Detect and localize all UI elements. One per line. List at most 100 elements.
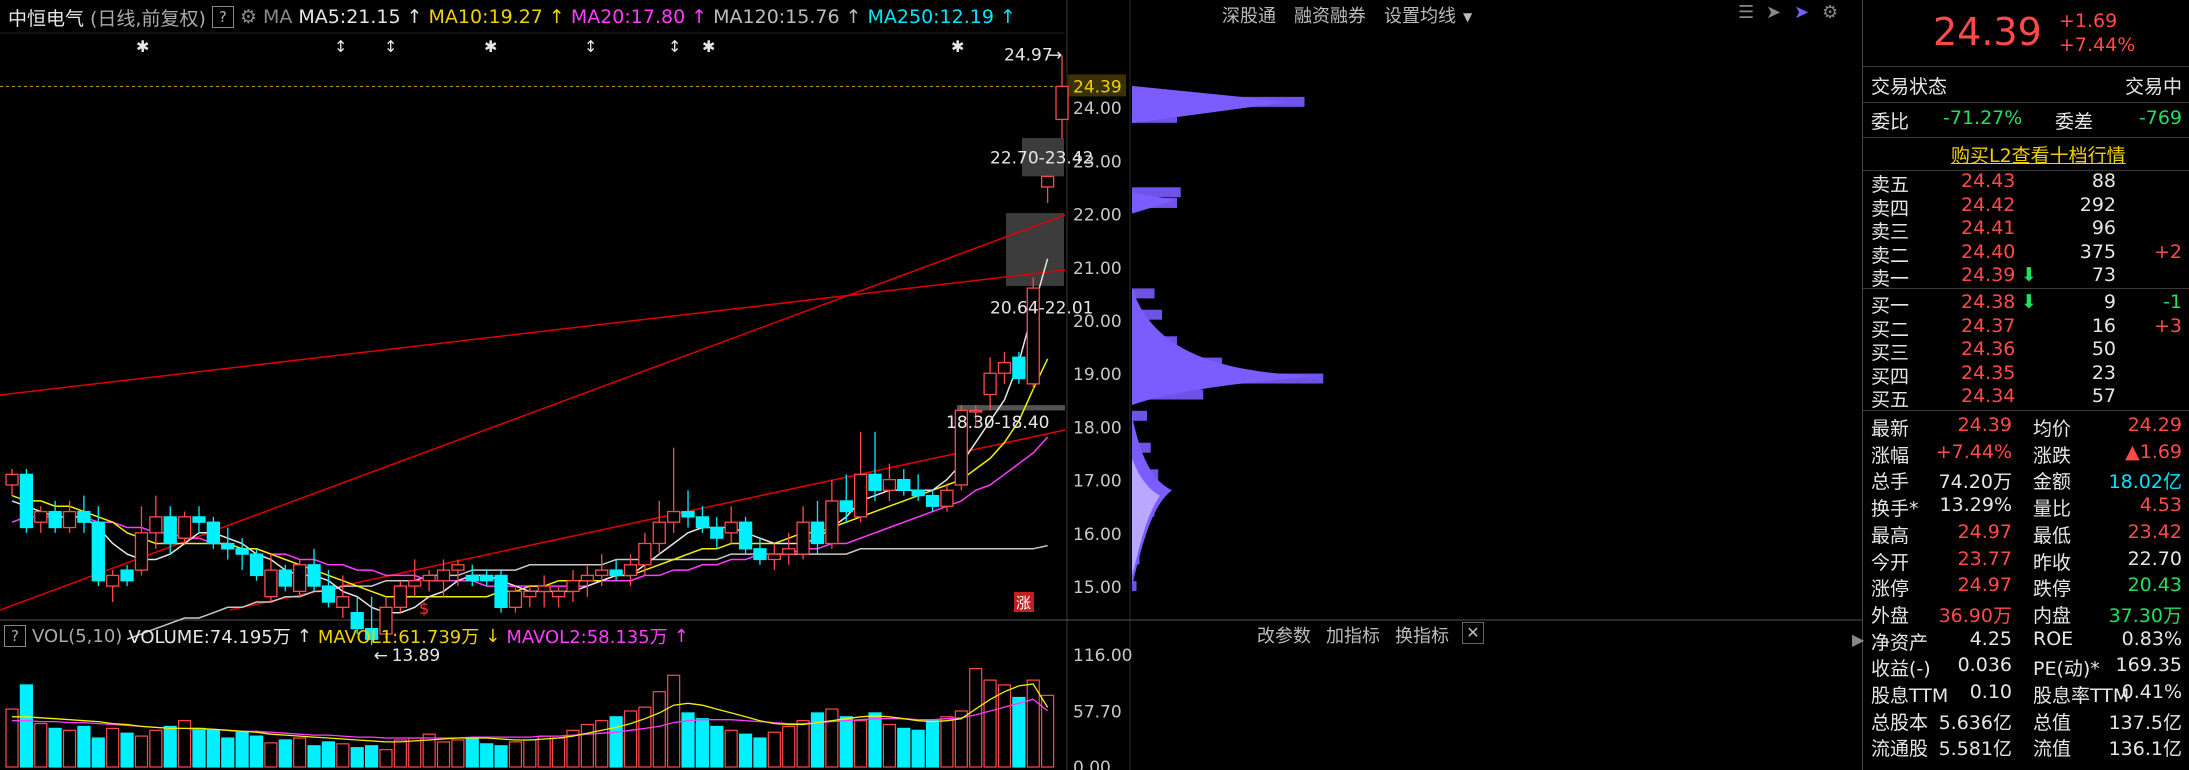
candle-body [623, 564, 638, 577]
current-price-axis-label: 24.39 [1073, 77, 1122, 97]
stat-label: 总手 [1871, 471, 1910, 494]
volume-bar [825, 708, 839, 768]
candle-body [62, 510, 77, 529]
candle-body [134, 532, 149, 571]
margin-trading-button[interactable]: 融资融券 [1294, 2, 1366, 28]
dropdown-caret-icon[interactable]: ▼ [1463, 10, 1472, 24]
chip-distribution-icon[interactable]: ➤ [1794, 2, 1809, 23]
cursor-arrow-icon[interactable]: ➤ [1766, 2, 1781, 23]
volume-profile-peak [1132, 85, 1290, 124]
volume-bar [911, 729, 925, 768]
stat-value: 136.1亿 [2108, 738, 2182, 761]
candle-body [882, 478, 897, 491]
volume-bar [667, 674, 681, 768]
volume-bar [652, 691, 666, 768]
collapse-panel-icon[interactable]: ▶ [1852, 630, 1864, 649]
candle-body [192, 516, 206, 523]
candle-body [523, 590, 537, 598]
volume-bar [753, 737, 767, 768]
candle-body [997, 361, 1012, 374]
zone-label: 18.30-18.40 [946, 413, 1049, 433]
volume-bar [221, 737, 235, 768]
ma5-line [11, 258, 1049, 614]
volume-help-button[interactable]: ? [4, 625, 26, 647]
limit-up-marker: 涨 [1016, 594, 1031, 612]
volume-axis-label: 116.00 [1073, 646, 1132, 666]
candle-body [969, 409, 983, 413]
candle-body [177, 516, 192, 539]
switch-indicator-button[interactable]: 换指标 [1395, 622, 1449, 648]
help-button[interactable]: ? [211, 6, 234, 28]
stat-value: 24.39 [1957, 414, 2012, 436]
volume-bar [321, 741, 336, 768]
candle-body [925, 494, 940, 507]
order-level-label: 买五 [1871, 389, 1910, 411]
candle-body [724, 521, 738, 534]
order-change: +2 [2153, 240, 2182, 263]
volume-bar [106, 727, 120, 768]
trade-status: 交易中 [2124, 76, 2182, 98]
order-volume: 375 [2079, 240, 2116, 263]
stat-label: 最高 [1871, 524, 1910, 547]
candle-body [336, 596, 350, 608]
volume-bar [293, 737, 307, 768]
volume-bar [868, 712, 882, 768]
volume-bar [393, 739, 407, 768]
add-indicator-button[interactable]: 加指标 [1326, 622, 1380, 648]
close-icon[interactable]: ✕ [1462, 622, 1484, 644]
volume-bar [983, 679, 997, 768]
kline-chart[interactable]: 24.0023.0022.0021.0020.0019.0018.0017.00… [0, 0, 1862, 770]
stat-value: 5.581亿 [1938, 738, 2012, 761]
volume-bar [839, 716, 853, 768]
stat-value: 4.25 [1969, 627, 2012, 650]
draw-line-icon[interactable]: ☰ [1738, 2, 1754, 23]
hk-connect-button[interactable]: 深股通 [1222, 2, 1276, 28]
candle-body [451, 564, 465, 571]
l2-purchase-link[interactable]: 购买L2查看十档行情 [1951, 141, 2126, 168]
price-axis-label: 24.00 [1073, 99, 1122, 119]
volume-bar [1012, 696, 1026, 768]
down-arrow-icon: ⬇ [2021, 264, 2037, 286]
stat-value: 20.43 [2127, 574, 2182, 597]
price-change-pct: +7.44% [2059, 34, 2136, 56]
stat-label: 总值 [2033, 711, 2072, 734]
order-volume: 57 [2091, 385, 2116, 407]
volume-bar [580, 723, 594, 768]
stat-label: 内盘 [2033, 604, 2072, 627]
mavol2-value: MAVOL2:58.135万 [506, 627, 668, 648]
candle-body [106, 574, 120, 587]
stat-value: 74.20万 [1938, 471, 2012, 494]
settings-gear-icon[interactable]: ⚙ [240, 6, 257, 28]
candle-body [652, 521, 666, 545]
change-params-button[interactable]: 改参数 [1257, 622, 1311, 648]
event-marker-icon: ↕ [668, 37, 681, 56]
set-ma-button[interactable]: 设置均线 [1384, 2, 1456, 28]
candle-body [48, 510, 62, 529]
volume-bar [638, 706, 652, 768]
price-change: +1.69 [2059, 10, 2118, 32]
panel-settings-icon[interactable]: ⚙ [1822, 2, 1838, 23]
stat-value: 24.97 [1957, 520, 2012, 543]
zone-label: 20.64-22.01 [990, 298, 1093, 318]
current-price: 24.39 [1933, 10, 2042, 54]
candle-body [897, 478, 911, 491]
candle-body [940, 489, 954, 507]
order-change: -1 [2163, 291, 2182, 313]
volume-bar [854, 720, 868, 768]
candle-body [983, 372, 997, 396]
stat-value: 13.29% [1939, 494, 2012, 517]
order-price: 24.36 [1961, 338, 2016, 360]
volume-bar [48, 727, 62, 768]
gap-zone [957, 405, 1065, 411]
stat-value: 4.53 [2139, 494, 2182, 517]
order-price: 24.42 [1961, 193, 2016, 216]
stat-value: 169.35 [2115, 654, 2182, 677]
candle-body [465, 574, 479, 582]
candle-body [1040, 175, 1055, 188]
volume-bar [796, 720, 810, 768]
candle-body [839, 500, 853, 513]
order-volume: 73 [2091, 264, 2116, 286]
event-marker-icon: ✱ [484, 37, 497, 56]
volume-arrow: ↑ [296, 625, 312, 647]
volume-bar [1026, 679, 1040, 768]
